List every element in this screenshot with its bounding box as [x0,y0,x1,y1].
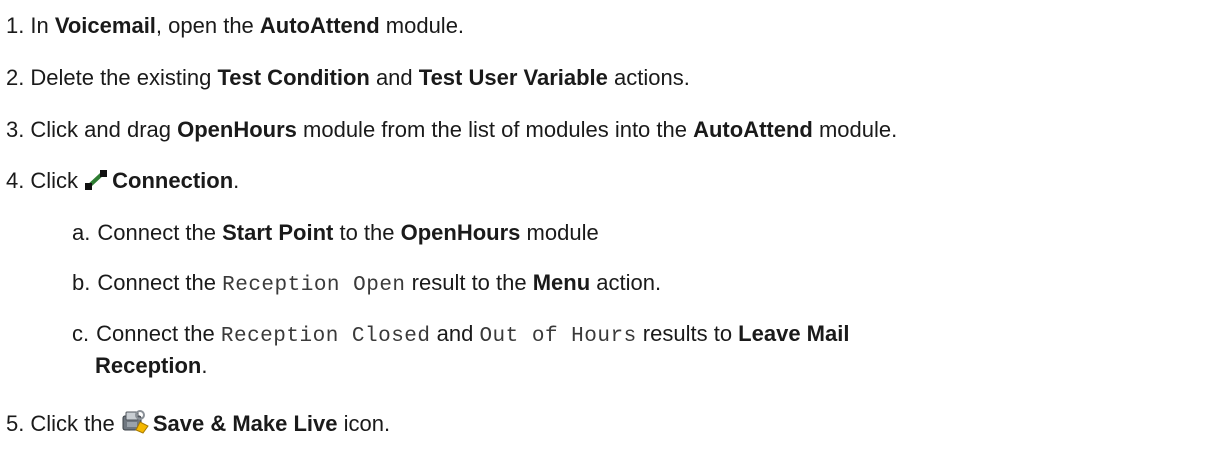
action-menu: Menu [532,270,591,295]
substep-letter: c. [72,321,90,346]
step-4: 4. Click Connection. [6,168,239,197]
module-autoattend: AutoAttend [693,117,813,142]
result-out-of-hours: Out of Hours [479,325,637,348]
step-2: 2. Delete the existing Test Condition and… [6,65,690,90]
substep-letter: b. [72,270,91,295]
connection-tool: Connection [112,168,234,193]
result-reception-open: Reception Open [222,274,406,297]
step-1: 1. In Voicemail, open the AutoAttend modu… [6,13,465,38]
step-5: 5. Click the Save & Make Live icon. [6,408,390,440]
action-leave-mail-line2: Reception [95,353,202,378]
step-number: 3. [6,117,25,142]
module-autoattend: AutoAttend [259,13,380,38]
action-test-user-variable: Test User Variable [418,65,608,90]
substep-4c: c. Connect the Reception Closed and Out o… [72,321,850,348]
connection-icon [84,169,108,197]
step-number: 5. [6,411,25,436]
result-reception-closed: Reception Closed [220,325,431,348]
start-point: Start Point [222,220,334,245]
step-number: 1. [6,13,25,38]
save-make-live-label: Save & Make Live [152,411,338,436]
step-number: 2. [6,65,25,90]
step-3: 3. Click and drag OpenHours module from t… [6,117,898,142]
substep-4c-continuation: Reception. [95,353,208,378]
substep-4b: b. Connect the Reception Open result to t… [72,270,662,297]
module-openhours: OpenHours [177,117,297,142]
substep-letter: a. [72,220,91,245]
substep-4a: a. Connect the Start Point to the OpenHou… [72,220,599,245]
step-number: 4. [6,168,25,193]
menu-voicemail: Voicemail [54,13,156,38]
action-leave-mail-line1: Leave Mail [738,321,850,346]
save-make-live-icon [121,408,149,440]
action-test-condition: Test Condition [217,65,370,90]
module-openhours: OpenHours [400,220,521,245]
